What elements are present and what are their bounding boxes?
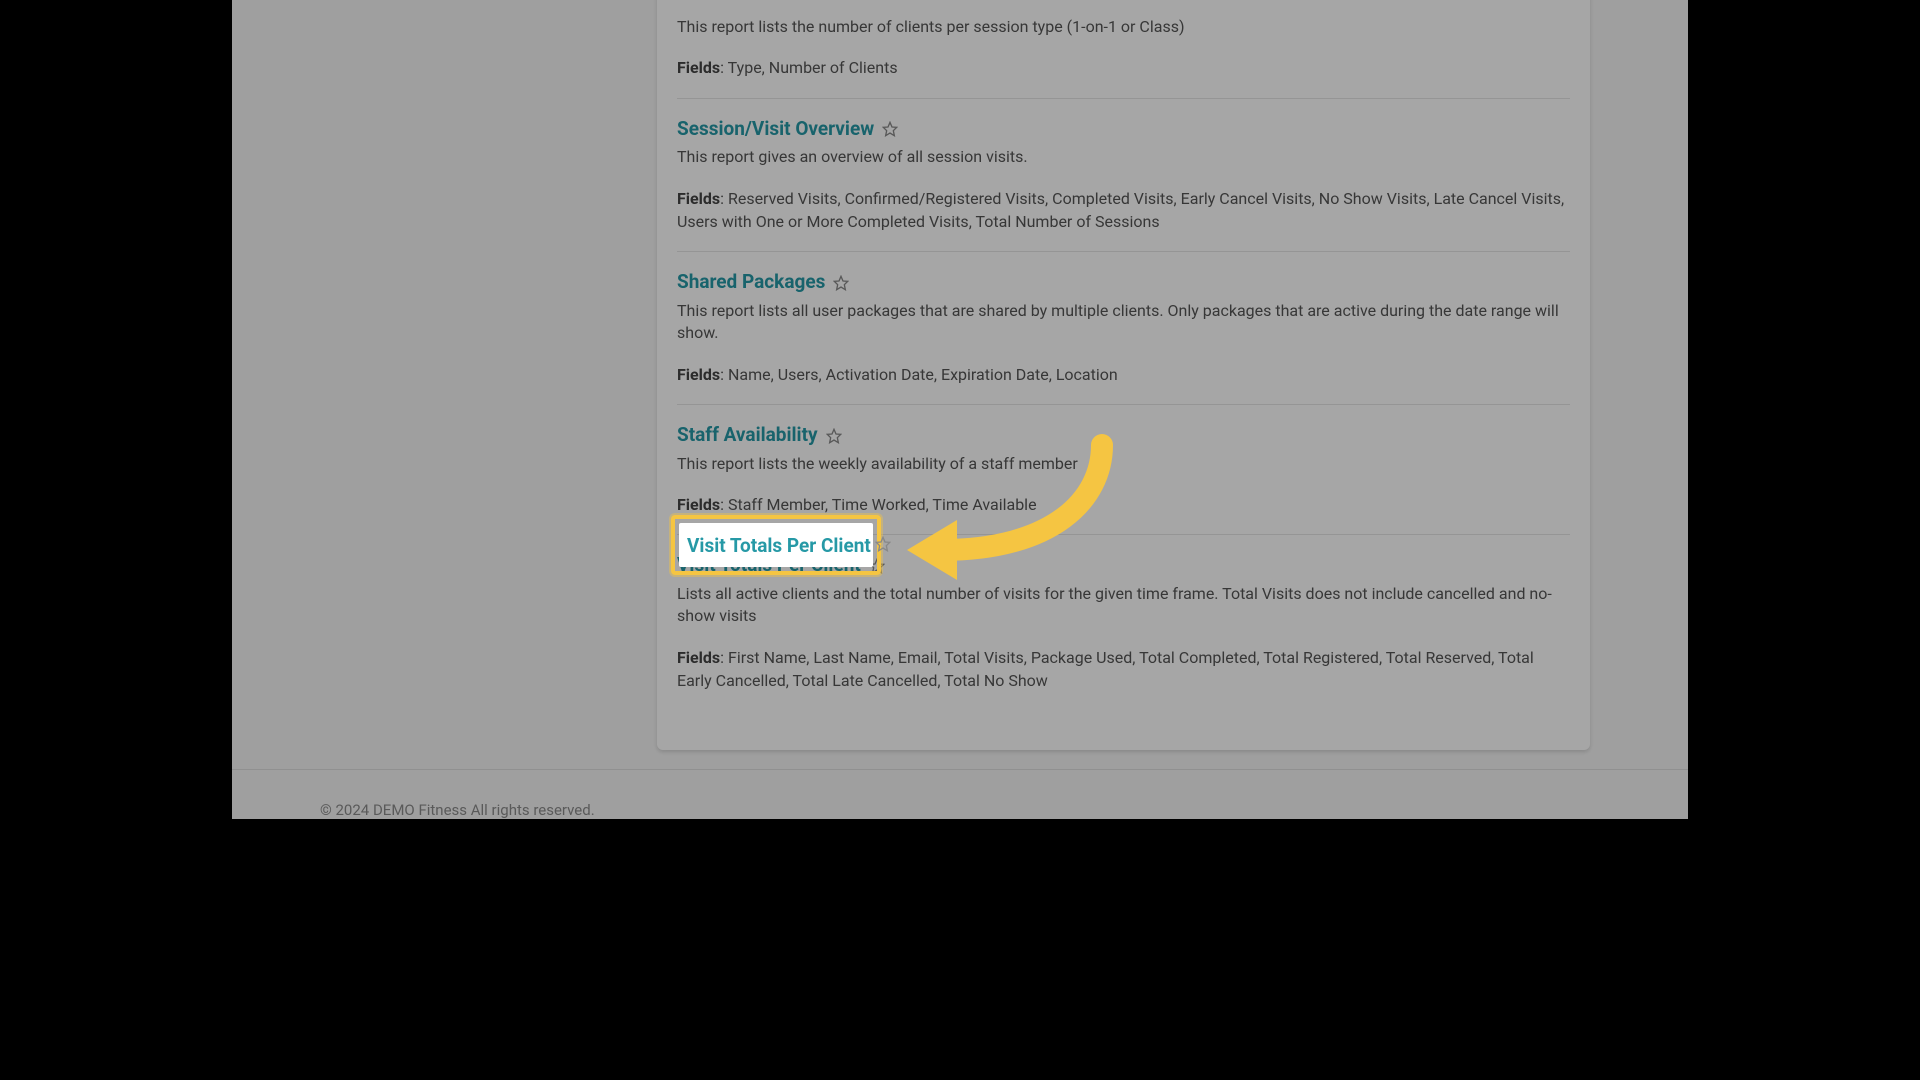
- star-outline-icon[interactable]: [826, 427, 842, 447]
- reports-list-card: This report lists the number of clients …: [657, 0, 1590, 750]
- report-fields: Fields: Staff Member, Time Worked, Time …: [677, 493, 1570, 516]
- fields-label: Fields: [677, 58, 720, 77]
- report-description: This report lists all user packages that…: [677, 300, 1570, 345]
- report-item: Shared Packages This report lists all us…: [677, 252, 1570, 405]
- report-link-visit-totals-per-client[interactable]: Visit Totals Per Client: [677, 553, 861, 576]
- report-description: Lists all active clients and the total n…: [677, 583, 1570, 628]
- report-fields: Fields: First Name, Last Name, Email, To…: [677, 646, 1570, 692]
- report-description: This report gives an overview of all ses…: [677, 146, 1570, 168]
- report-fields: Fields: Name, Users, Activation Date, Ex…: [677, 363, 1570, 386]
- footer-copyright: © 2024 DEMO Fitness All rights reserved.: [320, 801, 595, 819]
- star-outline-icon[interactable]: [882, 120, 898, 140]
- fields-label: Fields: [677, 189, 720, 208]
- report-link-session-visit-overview[interactable]: Session/Visit Overview: [677, 117, 874, 140]
- star-outline-icon[interactable]: [833, 274, 849, 294]
- report-fields: Fields: Type, Number of Clients: [677, 56, 1570, 79]
- report-item: Staff Availability This report lists the…: [677, 405, 1570, 535]
- app-viewport: This report lists the number of clients …: [232, 0, 1688, 819]
- fields-value: Staff Member, Time Worked, Time Availabl…: [728, 495, 1037, 514]
- fields-value: First Name, Last Name, Email, Total Visi…: [677, 648, 1534, 690]
- report-item: This report lists the number of clients …: [677, 0, 1570, 99]
- footer: © 2024 DEMO Fitness All rights reserved.: [232, 769, 1688, 819]
- fields-value: Name, Users, Activation Date, Expiration…: [728, 365, 1118, 384]
- report-description: This report lists the weekly availabilit…: [677, 453, 1570, 475]
- report-description: This report lists the number of clients …: [677, 16, 1570, 38]
- report-link-staff-availability[interactable]: Staff Availability: [677, 423, 818, 446]
- star-outline-icon[interactable]: [869, 557, 885, 577]
- report-item: Session/Visit Overview This report gives…: [677, 99, 1570, 253]
- fields-label: Fields: [677, 648, 720, 667]
- fields-label: Fields: [677, 495, 720, 514]
- report-fields: Fields: Reserved Visits, Confirmed/Regis…: [677, 187, 1570, 233]
- fields-value: Type, Number of Clients: [728, 58, 898, 77]
- report-item: Visit Totals Per Client Lists all active…: [677, 535, 1570, 710]
- report-link-shared-packages[interactable]: Shared Packages: [677, 270, 825, 293]
- fields-label: Fields: [677, 365, 720, 384]
- fields-value: Reserved Visits, Confirmed/Registered Vi…: [677, 189, 1564, 231]
